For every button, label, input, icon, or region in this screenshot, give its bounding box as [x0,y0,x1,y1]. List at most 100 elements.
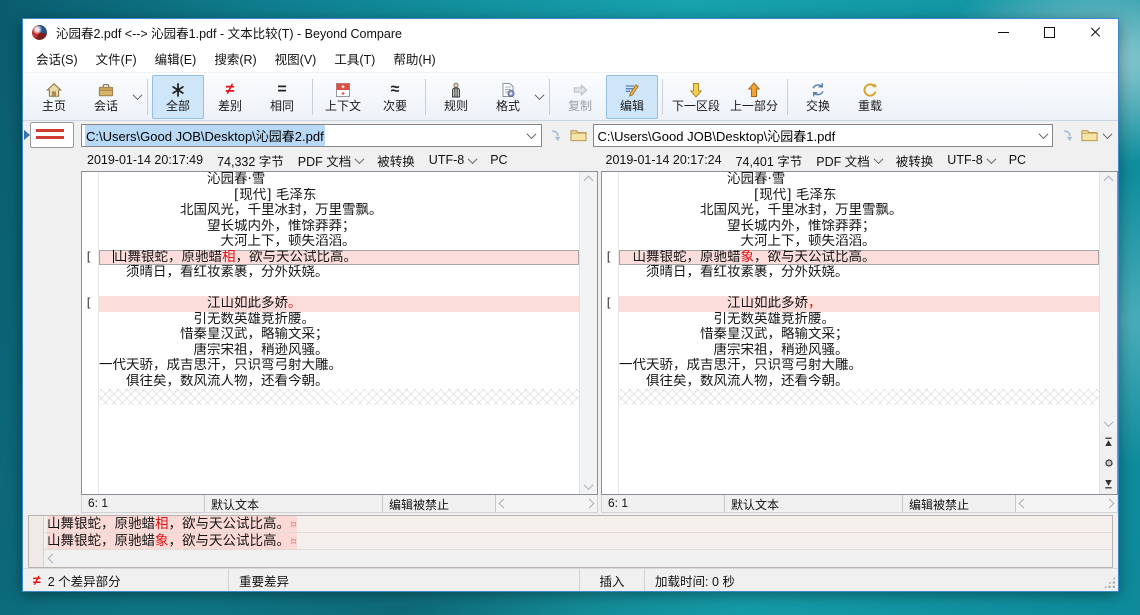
text-line[interactable]: 北国风光，千里冰封，万里雪飘。 [619,203,1099,219]
path-row: C:\Users\Good JOB\Desktop\沁园春2.pdf C:\Us… [23,121,1118,149]
text-line[interactable]: 沁园春·雪 [619,172,1099,188]
toolbar-button-reload[interactable]: 重载 [844,75,896,119]
text-line[interactable]: 俱往矣，数风流人物，还看今朝。 [619,374,1099,390]
diff-line[interactable]: 江山如此多娇。 [99,296,579,312]
text-line[interactable]: 北国风光，千里冰封，万里雪飘。 [99,203,579,219]
chevron-down-icon [584,480,594,490]
left-browse-folder-button[interactable] [569,126,588,145]
left-copy-path-arrow-button[interactable] [547,126,566,145]
right-format-select[interactable]: PDF 文档 [816,151,881,170]
detail-diff-line: 山舞银蛇，原驰蜡相，欲与天公试比高。¤ [44,516,1112,533]
close-button[interactable] [1072,19,1118,45]
left-pane-footer: 6: 1 默认文本 编辑被禁止 [81,495,598,513]
left-path-combo[interactable]: C:\Users\Good JOB\Desktop\沁园春2.pdf [81,124,542,147]
toolbar-button-home[interactable]: 主页 [28,75,80,119]
left-path-dropdown-button[interactable] [523,125,541,146]
resize-grip[interactable] [1103,576,1116,589]
gutter-marker [602,219,618,235]
toolbar-button-next-section[interactable]: 下一区段 [667,75,725,119]
text-segment: 望长城内外，惟馀莽莽； [99,219,356,234]
diff-line[interactable]: 山舞银蛇，原驰蜡象，欲与天公试比高。 [619,250,1099,266]
toolbar-button-same[interactable]: =相同 [256,75,308,119]
right-vertical-scrollbar[interactable] [1099,172,1117,494]
menu-item-view[interactable]: 视图(V) [266,45,326,72]
toolbar-button-edit[interactable]: 编辑 [606,75,658,119]
menu-item-tools[interactable]: 工具(T) [325,45,384,72]
menu-item-session[interactable]: 会话(S) [27,45,87,72]
toolbar-button-all[interactable]: 全部 [152,75,204,119]
toolbar-button-minor[interactable]: ≈次要 [369,75,421,119]
toolbar-button-swap[interactable]: 交换 [792,75,844,119]
right-text-area[interactable]: 沁园春·雪 [现代] 毛泽东 北国风光，千里冰封，万里雪飘。 望长城内外，惟馀莽… [619,172,1099,494]
gutter-marker [602,188,618,204]
scroll-up-button[interactable] [580,172,597,188]
text-segment: 北国风光，千里冰封，万里雪飘。 [99,203,383,218]
text-line[interactable]: 一代天骄，成吉思汗，只识弯弓射大雕。 [619,358,1099,374]
toolbar-dropdown-sessions[interactable] [132,76,143,118]
filler-line[interactable] [99,389,579,405]
left-encoding-select[interactable]: UTF-8 [429,153,476,167]
toolbar-button-differences[interactable]: ≠差别 [204,75,256,119]
text-line[interactable]: 须晴日，看红妆素裹，分外妖娆。 [99,265,579,281]
text-line[interactable]: 引无数英雄竞折腰。 [619,312,1099,328]
scroll-up-button[interactable] [1100,172,1117,188]
minimize-button[interactable] [980,19,1026,45]
left-horizontal-scrollbar[interactable] [496,495,597,512]
text-line[interactable]: [现代] 毛泽东 [619,188,1099,204]
text-line[interactable]: 惜秦皇汉武，略输文采； [99,327,579,343]
scrollbar-track[interactable] [580,188,597,478]
right-path-combo[interactable]: C:\Users\Good JOB\Desktop\沁园春1.pdf [593,124,1054,147]
center-current-difference-button[interactable] [1100,452,1117,473]
text-line[interactable]: 望长城内外，惟馀莽莽； [99,219,579,235]
scroll-down-button[interactable] [1100,415,1117,431]
toolbar-button-rules[interactable]: 规则 [430,75,482,119]
text-line[interactable]: 唐宗宋祖，稍逊风骚。 [619,343,1099,359]
previous-difference-button[interactable] [1100,431,1117,452]
left-vertical-scrollbar[interactable] [579,172,597,494]
toolbar-button-prev-part[interactable]: 上一部分 [725,75,783,119]
diff-line[interactable]: 江山如此多娇， [619,296,1099,312]
text-line[interactable]: 惜秦皇汉武，略输文采； [619,327,1099,343]
right-browse-folder-button[interactable] [1080,126,1099,145]
left-text-area[interactable]: 沁园春·雪 [现代] 毛泽东 北国风光，千里冰封，万里雪飘。 望长城内外，惟馀莽… [99,172,579,494]
right-horizontal-scrollbar[interactable] [1016,495,1117,512]
text-line[interactable]: 唐宗宋祖，稍逊风骚。 [99,343,579,359]
left-syntax-format: 默认文本 [205,495,383,512]
diff-line[interactable]: 山舞银蛇，原驰蜡相，欲与天公试比高。 [99,250,579,266]
text-segment: [现代] 毛泽东 [619,188,836,203]
text-line[interactable]: 大河上下，顿失滔滔。 [619,234,1099,250]
scrollbar-track[interactable] [1100,188,1117,415]
menu-item-edit[interactable]: 编辑(E) [146,45,206,72]
next-difference-button[interactable] [1100,473,1117,494]
left-format-select[interactable]: PDF 文档 [298,151,363,170]
right-path-dropdown-button[interactable] [1034,125,1052,146]
scroll-down-button[interactable] [580,478,597,494]
text-line[interactable] [619,281,1099,297]
detail-horizontal-scrollbar[interactable] [44,550,1112,567]
toolbar-button-sessions[interactable]: 会话 [80,75,132,119]
filler-line[interactable] [619,389,1099,405]
text-line[interactable]: 须晴日，看红妆素裹，分外妖娆。 [619,265,1099,281]
maximize-button[interactable] [1026,19,1072,45]
text-line[interactable]: 沁园春·雪 [99,172,579,188]
text-line[interactable]: [现代] 毛泽东 [99,188,579,204]
toolbar-dropdown-format[interactable] [534,76,545,118]
toolbar-button-context[interactable]: 上下文 [317,75,369,119]
right-copy-path-arrow-button[interactable] [1058,126,1077,145]
menu-item-search[interactable]: 搜索(R) [205,45,265,72]
menu-item-file[interactable]: 文件(F) [87,45,146,72]
text-line[interactable]: 一代天骄，成吉思汗，只识弯弓射大雕。 [99,358,579,374]
text-line[interactable]: 俱往矣，数风流人物，还看今朝。 [99,374,579,390]
text-line[interactable]: 引无数英雄竞折腰。 [99,312,579,328]
chevron-down-icon [535,90,545,100]
right-folder-dropdown-button[interactable] [1102,132,1113,139]
copy-icon [571,81,589,99]
text-line[interactable]: 大河上下，顿失滔滔。 [99,234,579,250]
right-encoding-select[interactable]: UTF-8 [947,153,994,167]
title-bar[interactable]: 沁园春2.pdf <--> 沁园春1.pdf - 文本比较(T) - Beyon… [23,19,1118,45]
chevron-down-icon [1038,129,1048,139]
menu-item-help[interactable]: 帮助(H) [384,45,444,72]
text-line[interactable] [99,281,579,297]
text-line[interactable]: 望长城内外，惟馀莽莽； [619,219,1099,235]
toolbar-button-format[interactable]: 格式 [482,75,534,119]
